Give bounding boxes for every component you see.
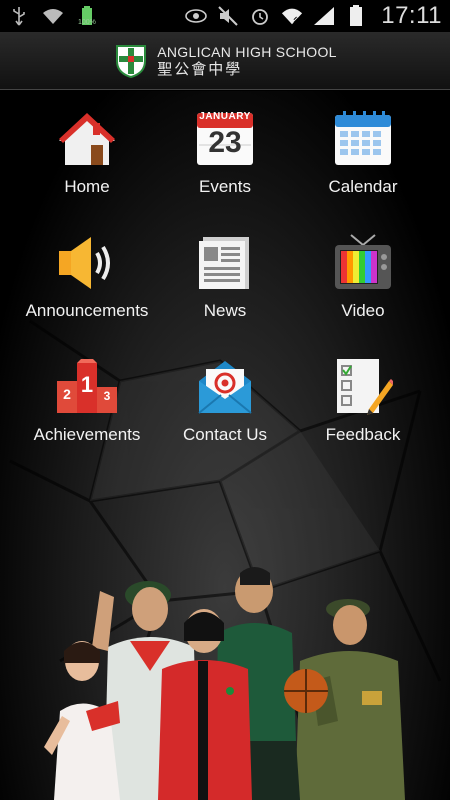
podium-third: 3 bbox=[103, 389, 111, 403]
status-bar: 100% 17:11 bbox=[0, 0, 450, 32]
podium-first: 1 bbox=[80, 372, 94, 397]
menu-item-announcements[interactable]: Announcements bbox=[12, 231, 162, 341]
menu-label: Achievements bbox=[33, 425, 141, 444]
podium-second: 2 bbox=[63, 386, 71, 402]
eye-icon bbox=[185, 5, 208, 27]
newspaper-icon bbox=[199, 237, 249, 289]
menu-label: Events bbox=[199, 177, 251, 196]
menu-item-video[interactable]: Video bbox=[288, 231, 438, 341]
usb-icon bbox=[8, 5, 30, 27]
signal-icon bbox=[313, 5, 335, 27]
status-time: 17:11 bbox=[381, 2, 442, 29]
menu-label: Calendar bbox=[328, 177, 398, 196]
mute-icon bbox=[217, 5, 239, 27]
menu-label: Video bbox=[341, 301, 385, 320]
tv-icon bbox=[335, 234, 391, 289]
students-photo bbox=[44, 567, 405, 800]
calendar-month: JANUARY bbox=[199, 111, 251, 122]
menu-label: Contact Us bbox=[182, 425, 268, 444]
menu-label: Announcements bbox=[25, 301, 149, 320]
menu-item-calendar[interactable]: Calendar bbox=[288, 107, 438, 217]
menu-label: Home bbox=[64, 177, 110, 196]
battery-small-label: 100% bbox=[78, 19, 96, 26]
speaker-icon bbox=[59, 237, 110, 289]
menu-label: News bbox=[203, 301, 247, 320]
app-header: ANGLICAN HIGH SCHOOL 聖公會中學 bbox=[0, 32, 450, 90]
calendar-day: 23 bbox=[208, 126, 242, 159]
battery-icon bbox=[345, 5, 367, 27]
menu-item-home[interactable]: Home bbox=[12, 107, 162, 217]
menu-item-events[interactable]: JANUARY 23 Events bbox=[150, 107, 300, 217]
main-menu-area: Home JANUARY 23 Events Calendar Announce… bbox=[0, 91, 450, 800]
menu-item-contact-us[interactable]: Contact Us bbox=[150, 355, 300, 465]
wifi-icon bbox=[42, 5, 64, 27]
feedback-icon bbox=[337, 359, 393, 415]
school-crest-icon bbox=[116, 44, 147, 78]
email-icon bbox=[198, 361, 252, 414]
wifi-strong-icon bbox=[281, 5, 303, 27]
home-icon bbox=[59, 113, 115, 165]
school-name-english: ANGLICAN HIGH SCHOOL bbox=[157, 43, 337, 60]
menu-item-news[interactable]: News bbox=[150, 231, 300, 341]
calendar-icon bbox=[335, 111, 391, 165]
menu-item-feedback[interactable]: Feedback bbox=[288, 355, 438, 465]
school-name-chinese: 聖公會中學 bbox=[157, 60, 243, 78]
alarm-icon bbox=[249, 5, 271, 27]
menu-item-achievements[interactable]: 2 1 3 Achievements bbox=[12, 355, 162, 465]
menu-label: Feedback bbox=[325, 425, 401, 444]
